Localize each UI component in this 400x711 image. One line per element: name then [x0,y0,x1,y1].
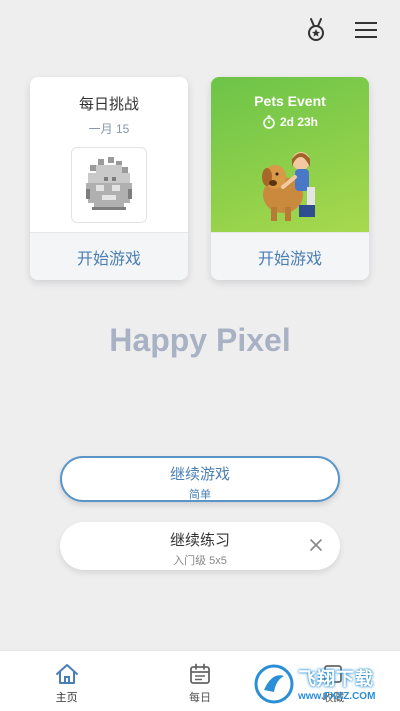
watermark-emblem-icon [254,664,294,703]
close-icon[interactable] [308,537,324,553]
daily-challenge-card[interactable]: 每日挑战 一月 15 开始游戏 [30,77,188,280]
continue-practice-button[interactable]: 继续练习 入门级 5x5 [60,522,340,570]
continue-game-difficulty: 简单 [189,489,211,501]
daily-card-title: 每日挑战 [78,96,139,113]
home-icon [55,664,78,684]
event-timer: 2d 23h [211,115,369,129]
medal-icon[interactable] [304,18,328,42]
tab-home-label: 主页 [55,692,78,704]
daily-puzzle-thumbnail [71,147,147,223]
continue-practice-level: 入门级 5x5 [173,555,227,567]
daily-card-date: 一月 15 [88,122,130,136]
stopwatch-icon [263,115,275,129]
tab-home[interactable]: 主页 [0,651,133,711]
daily-card-top: 每日挑战 一月 15 [30,77,188,232]
calendar-icon [190,663,210,684]
event-timer-text: 2d 23h [279,115,318,129]
continue-game-label: 继续游戏 [169,466,230,483]
event-card-title: Pets Event [254,93,326,109]
pixel-puzzle-icon [86,157,132,210]
watermark-logo: 飞翔下载 www.FXXZ.COM [254,656,400,711]
watermark-url: www.FXXZ.COM [298,691,376,702]
hamburger-menu-icon[interactable] [354,18,378,42]
daily-start-button[interactable]: 开始游戏 [30,232,188,280]
tab-daily[interactable]: 每日 [133,651,266,711]
app-title: Happy Pixel [109,322,291,358]
tab-daily-label: 每日 [188,692,211,704]
event-card-top: Pets Event 2d 23h [211,77,369,232]
continue-practice-label: 继续练习 [169,532,230,549]
pets-event-card[interactable]: Pets Event 2d 23h 开始游戏 [211,77,369,280]
event-artwork-girl-with-dog [255,147,325,228]
top-bar [304,18,378,42]
continue-game-button[interactable]: 继续游戏 简单 [60,456,340,502]
watermark-text: 飞翔下载 [298,669,374,689]
event-start-button[interactable]: 开始游戏 [211,232,369,280]
